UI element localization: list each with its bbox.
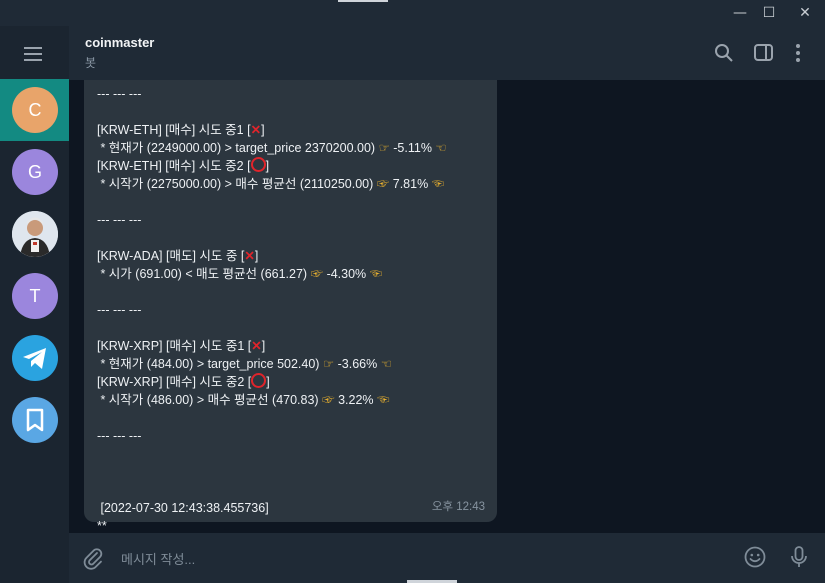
telegram-icon — [23, 348, 46, 369]
message-line: --- --- --- — [97, 303, 142, 317]
chat-title[interactable]: coinmaster — [85, 35, 154, 50]
sidebar-toggle-icon[interactable] — [753, 42, 775, 64]
bookmark-icon — [26, 408, 44, 432]
message-line: [KRW-ETH] [매수] 시도 중1 [✕] — [97, 123, 265, 137]
message-line: [2022-07-30 12:43:38.455736] — [97, 501, 269, 515]
saved-messages-avatar — [12, 397, 58, 443]
message-line: * 현재가 (2249000.00) > target_price 237020… — [97, 141, 447, 155]
chat-item-telegram[interactable] — [0, 327, 69, 389]
avatar: G — [12, 149, 58, 195]
chat-item-photo[interactable] — [0, 203, 69, 265]
search-icon[interactable] — [713, 42, 735, 64]
message-line: [KRW-XRP] [매수] 시도 중1 [✕] — [97, 339, 266, 353]
message-line: --- --- --- — [97, 87, 142, 101]
message-line: [KRW-XRP] [매수] 시도 중2 [] — [97, 373, 270, 389]
menu-icon — [24, 47, 42, 49]
message-area[interactable]: --- --- --- [KRW-ETH] [매수] 시도 중1 [✕] * 현재… — [69, 80, 825, 533]
message-bubble[interactable]: --- --- --- [KRW-ETH] [매수] 시도 중1 [✕] * 현재… — [84, 80, 497, 533]
telegram-avatar — [12, 335, 58, 381]
chat-header: coinmaster 봇 — [69, 26, 825, 80]
more-icon[interactable] — [787, 42, 809, 64]
profile-photo-icon — [12, 211, 58, 257]
menu-icon-bar — [24, 53, 42, 55]
chat-item-saved[interactable] — [0, 389, 69, 451]
message-line: * 시작가 (2275000.00) > 매수 평균선 (2110250.00)… — [97, 177, 445, 191]
avatar: T — [12, 273, 58, 319]
chat-sidebar: C G T — [0, 26, 69, 583]
emoji-icon[interactable] — [743, 545, 767, 569]
message-line: --- --- --- — [97, 429, 142, 443]
chat-item-coinmaster[interactable]: C — [0, 79, 69, 141]
attach-icon[interactable] — [81, 546, 105, 570]
chat-item-t[interactable]: T — [0, 265, 69, 327]
minimize-button[interactable]: — — [727, 3, 753, 23]
menu-icon-bar — [24, 59, 42, 61]
avatar: C — [12, 87, 58, 133]
composer: 메시지 작성... — [69, 533, 825, 583]
message-time: 오후 12:43 — [431, 501, 485, 513]
microphone-icon[interactable] — [787, 545, 811, 569]
message-line: * 시작가 (486.00) > 매수 평균선 (470.83) ☞ 3.22%… — [97, 393, 390, 407]
message-input[interactable]: 메시지 작성... — [121, 549, 195, 568]
message-line: --- --- --- — [97, 213, 142, 227]
message-line: * 현재가 (484.00) > target_price 502.40) ☞ … — [97, 357, 392, 371]
chat-subtitle: 봇 — [85, 56, 97, 70]
title-bar: — ☐ ✕ — [0, 0, 825, 26]
profile-photo-avatar — [12, 211, 58, 257]
maximize-button[interactable]: ☐ — [756, 3, 782, 23]
message-line: [KRW-ADA] [매도] 시도 중 [✕] — [97, 249, 259, 263]
close-button[interactable]: ✕ — [792, 3, 818, 23]
window-grip[interactable] — [338, 0, 388, 2]
menu-button[interactable] — [20, 44, 48, 64]
chat-item-g[interactable]: G — [0, 141, 69, 203]
message-line: * 시가 (691.00) < 매도 평균선 (661.27) ☞ -4.30%… — [97, 267, 383, 281]
message-line: [KRW-ETH] [매수] 시도 중2 [] — [97, 157, 270, 173]
